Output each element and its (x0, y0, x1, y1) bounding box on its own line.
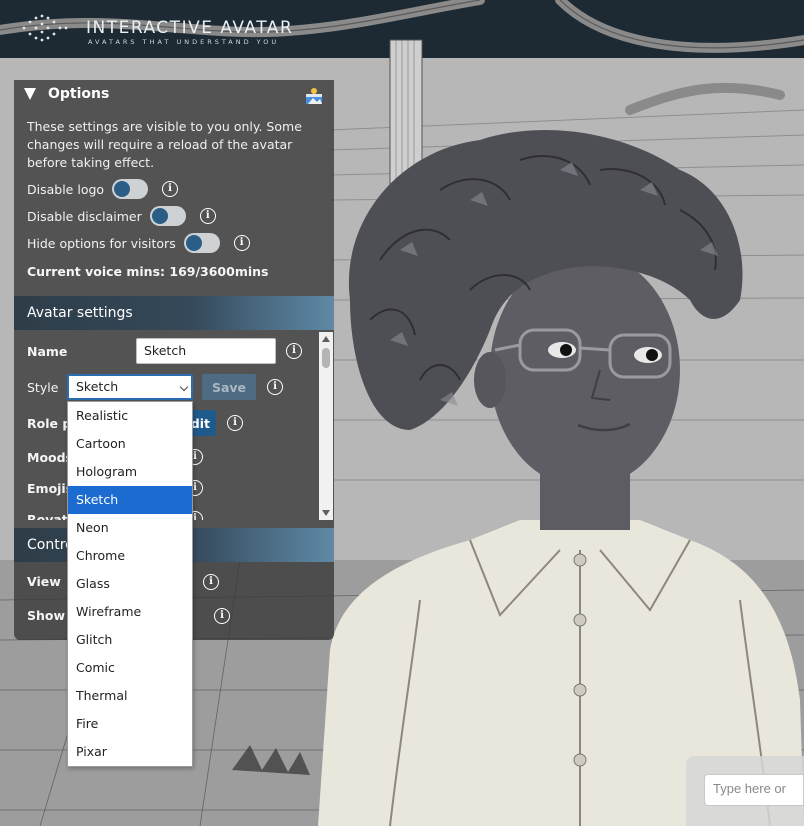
info-icon[interactable]: i (286, 343, 302, 359)
voice-value: 169/3600mins (169, 264, 269, 279)
info-icon[interactable]: i (162, 181, 179, 197)
scroll-thumb[interactable] (322, 348, 330, 368)
info-icon[interactable]: i (203, 574, 219, 590)
partial-row: Rovati (27, 506, 73, 521)
brand-title: INTERACTIVE AVATAR (86, 18, 294, 38)
info-icon[interactable]: i (267, 379, 283, 395)
disable-disclaimer-row: Disable disclaimer i (27, 204, 216, 228)
logo-mark-icon (22, 14, 68, 42)
name-label: Name (27, 343, 68, 359)
chat-panel: Type here or (686, 756, 804, 826)
chat-input[interactable]: Type here or (704, 774, 804, 806)
disable-logo-row: Disable logo i (27, 177, 179, 201)
options-description: These settings are visible to you only. … (27, 119, 302, 170)
voice-minutes: Current voice mins: 169/3600mins (27, 264, 268, 279)
save-button[interactable]: Save (202, 374, 256, 400)
style-option-sketch[interactable]: Sketch (68, 486, 192, 514)
voice-label: Current voice mins: (27, 264, 166, 279)
style-select-value: Sketch (76, 379, 119, 394)
style-option-pixar[interactable]: Pixar (68, 738, 192, 766)
disable-disclaimer-label: Disable disclaimer (27, 208, 142, 224)
scroll-up-icon[interactable] (322, 336, 330, 342)
avatar-settings-header[interactable]: Avatar settings (14, 296, 334, 330)
role-label: Role p (27, 415, 72, 431)
settings-scrollbar[interactable] (319, 332, 333, 520)
image-settings-icon[interactable] (304, 86, 324, 106)
disable-disclaimer-toggle[interactable] (149, 206, 186, 226)
hide-options-toggle[interactable] (183, 233, 220, 253)
style-option-glitch[interactable]: Glitch (68, 626, 192, 654)
style-option-realistic[interactable]: Realistic (68, 402, 192, 430)
style-option-cartoon[interactable]: Cartoon (68, 430, 192, 458)
collapse-triangle-icon[interactable] (24, 88, 36, 100)
info-icon[interactable]: i (233, 235, 250, 251)
style-option-comic[interactable]: Comic (68, 654, 192, 682)
style-dropdown-list[interactable]: Realistic Cartoon Hologram Sketch Neon Chrome… (67, 401, 193, 767)
hide-options-label: Hide options for visitors (27, 235, 176, 251)
style-option-neon[interactable]: Neon (68, 514, 192, 542)
partial-label: Rovati (27, 511, 73, 521)
style-option-hologram[interactable]: Hologram (68, 458, 192, 486)
style-option-chrome[interactable]: Chrome (68, 542, 192, 570)
info-icon[interactable]: i (199, 208, 216, 224)
view-row: View (27, 568, 61, 594)
disable-logo-toggle[interactable] (112, 179, 149, 199)
name-row: Name (27, 338, 67, 364)
scroll-down-icon[interactable] (322, 510, 330, 516)
chevron-down-icon (179, 382, 189, 392)
info-icon[interactable]: i (214, 608, 230, 624)
style-option-thermal[interactable]: Thermal (68, 682, 192, 710)
style-select[interactable]: Sketch (67, 374, 193, 400)
info-icon[interactable]: i (227, 415, 243, 431)
role-row: Role p (27, 410, 71, 436)
style-option-fire[interactable]: Fire (68, 710, 192, 738)
style-label: Style (27, 379, 59, 395)
options-title: Options (48, 86, 110, 102)
style-option-wireframe[interactable]: Wireframe (68, 598, 192, 626)
brand-logo: INTERACTIVE AVATAR AVATARS THAT UNDERSTA… (14, 8, 314, 48)
brand-tagline: AVATARS THAT UNDERSTAND YOU (88, 38, 280, 46)
hide-options-row: Hide options for visitors i (27, 231, 250, 255)
disable-logo-label: Disable logo (27, 181, 105, 197)
style-row: Style (27, 374, 58, 400)
options-header[interactable]: Options (14, 80, 334, 110)
name-input[interactable]: Sketch (136, 338, 276, 364)
view-label: View (27, 573, 61, 589)
style-option-glass[interactable]: Glass (68, 570, 192, 598)
